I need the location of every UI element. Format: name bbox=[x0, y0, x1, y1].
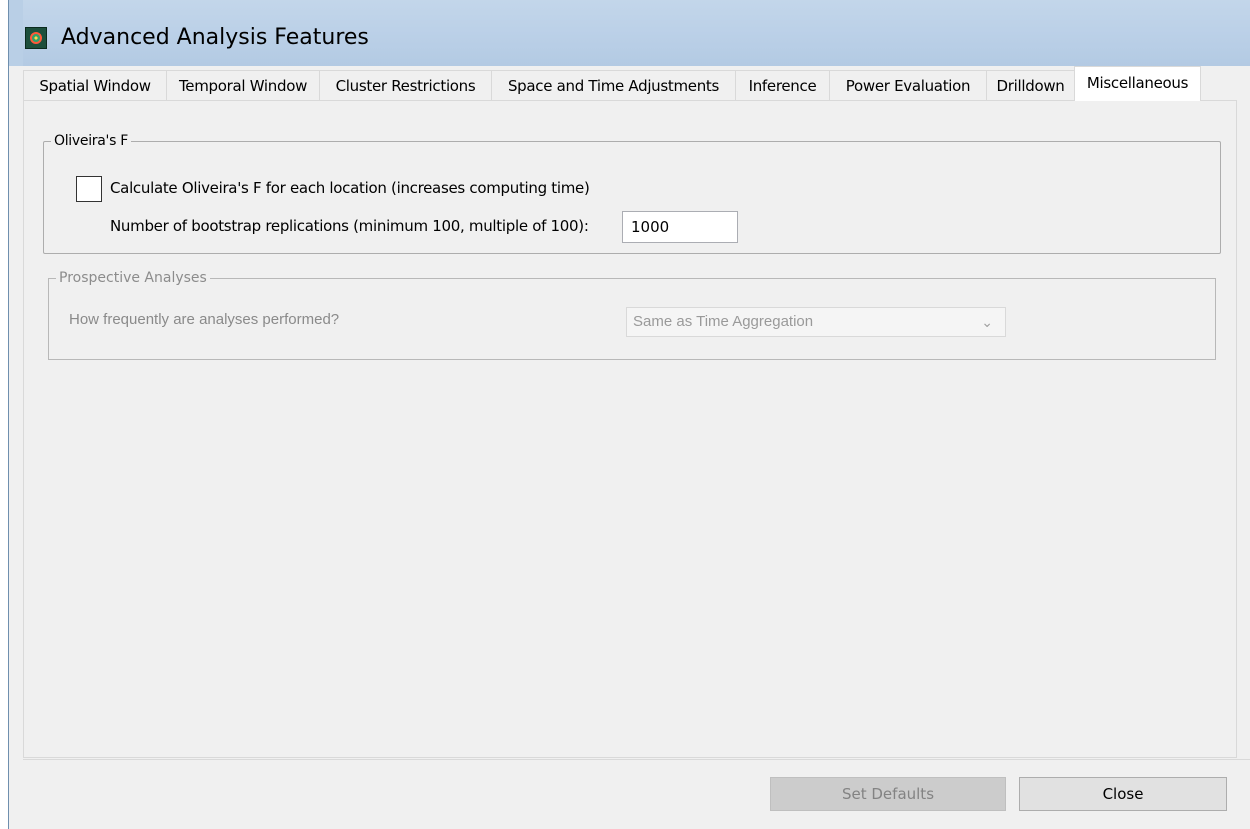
tab-power-evaluation[interactable]: Power Evaluation bbox=[829, 70, 987, 100]
set-defaults-button[interactable]: Set Defaults bbox=[770, 777, 1006, 811]
oliveira-group-title: Oliveira's F bbox=[54, 133, 128, 149]
replications-input[interactable] bbox=[622, 211, 738, 243]
prospective-group: Prospective Analyses How frequently are … bbox=[48, 270, 1216, 360]
footer-divider bbox=[23, 759, 1250, 760]
tab-spatial-window[interactable]: Spatial Window bbox=[23, 70, 167, 100]
tab-strip: Spatial Window Temporal Window Cluster R… bbox=[23, 66, 1250, 101]
tab-cluster-restrictions[interactable]: Cluster Restrictions bbox=[319, 70, 492, 100]
tab-miscellaneous[interactable]: Miscellaneous bbox=[1074, 66, 1201, 101]
tab-drilldown[interactable]: Drilldown bbox=[986, 70, 1075, 100]
frequency-select[interactable]: Same as Time Aggregation ⌄ bbox=[626, 307, 1006, 337]
chevron-down-icon: ⌄ bbox=[981, 314, 993, 330]
frequency-label: How frequently are analyses performed? bbox=[69, 311, 340, 328]
window-title: Advanced Analysis Features bbox=[61, 25, 369, 50]
prospective-group-title: Prospective Analyses bbox=[59, 270, 207, 286]
replications-label: Number of bootstrap replications (minimu… bbox=[110, 217, 589, 235]
oliveira-checkbox-label[interactable]: Calculate Oliveira's F for each location… bbox=[110, 179, 590, 197]
oliveira-checkbox[interactable] bbox=[76, 176, 102, 202]
oliveira-group: Oliveira's F Calculate Oliveira's F for … bbox=[43, 133, 1221, 254]
title-bar[interactable]: Advanced Analysis Features bbox=[9, 0, 1250, 66]
app-icon bbox=[25, 27, 47, 49]
frequency-select-value: Same as Time Aggregation bbox=[633, 313, 814, 330]
tab-inference[interactable]: Inference bbox=[735, 70, 830, 100]
close-button[interactable]: Close bbox=[1019, 777, 1227, 811]
client-area: Spatial Window Temporal Window Cluster R… bbox=[23, 66, 1250, 829]
tab-temporal-window[interactable]: Temporal Window bbox=[166, 70, 320, 100]
tab-space-time-adjustments[interactable]: Space and Time Adjustments bbox=[491, 70, 736, 100]
tab-panel-miscellaneous: Oliveira's F Calculate Oliveira's F for … bbox=[23, 100, 1237, 758]
dialog-window: Advanced Analysis Features Spatial Windo… bbox=[8, 0, 1250, 829]
